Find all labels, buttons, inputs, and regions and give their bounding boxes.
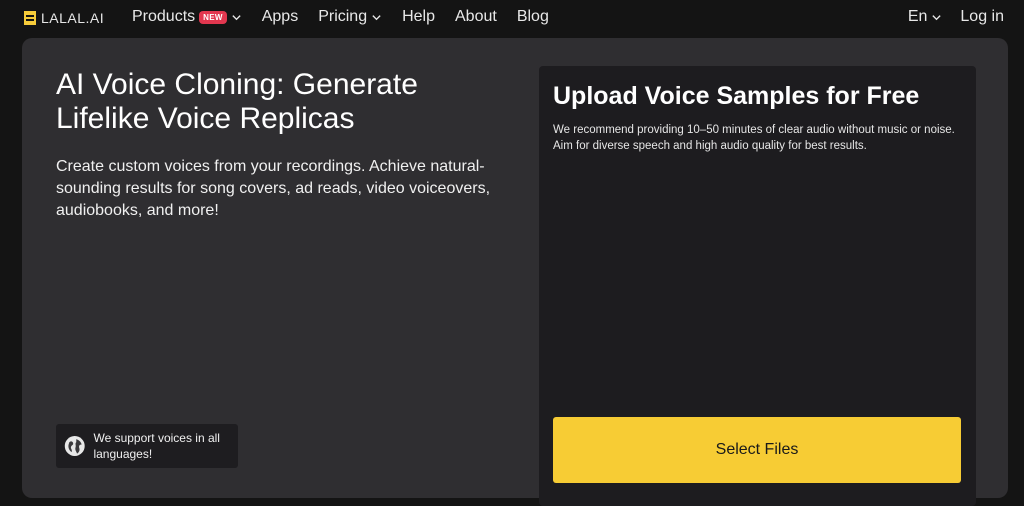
upload-card: Upload Voice Samples for Free We recomme… — [539, 66, 976, 506]
nav-products-label: Products — [132, 8, 196, 25]
upload-title: Upload Voice Samples for Free — [553, 82, 920, 110]
nav-right: En Log in — [908, 8, 1004, 26]
new-badge: NEW — [199, 10, 227, 24]
chevron-down-icon — [232, 14, 241, 20]
main-nav: Products NEW Apps Pricing Help About Blo… — [132, 8, 549, 26]
language-selector[interactable]: En — [908, 8, 943, 26]
nav-blog-label: Blog — [516, 8, 549, 25]
chevron-down-icon — [932, 14, 942, 20]
nav-item-about[interactable]: About — [455, 8, 497, 26]
nav-about-label: About — [455, 8, 497, 25]
languages-support-note: We support voices in all languages! — [56, 424, 238, 468]
nav-help-label: Help — [402, 8, 435, 25]
nav-item-apps[interactable]: Apps — [262, 8, 298, 26]
nav-pricing-label: Pricing — [318, 8, 368, 25]
login-label: Log in — [960, 8, 1004, 25]
hero-panel: AI Voice Cloning: Generate Lifelike Voic… — [22, 38, 1008, 506]
page-title: AI Voice Cloning: Generate Lifelike Voic… — [56, 68, 418, 135]
nav-item-products[interactable]: Products NEW — [132, 8, 242, 26]
login-link[interactable]: Log in — [960, 8, 1004, 26]
select-files-button[interactable]: Select Files — [553, 417, 961, 483]
nav-item-blog[interactable]: Blog — [517, 8, 549, 26]
nav-item-pricing[interactable]: Pricing — [318, 8, 382, 26]
languages-note-text: We support voices in all languages! — [93, 431, 220, 461]
nav-apps-label: Apps — [261, 8, 299, 25]
globe-icon — [64, 436, 85, 456]
chevron-down-icon — [372, 14, 381, 20]
logo-text: LALAL.AI — [41, 10, 105, 26]
nav-item-help[interactable]: Help — [402, 8, 435, 26]
logo-link[interactable]: LALAL.AI — [24, 10, 104, 26]
hero-description: Create custom voices from your recording… — [56, 158, 491, 219]
top-navigation-bar: LALAL.AI Products NEW Apps Pricing Help … — [0, 0, 1024, 36]
lalal-logo-icon — [24, 11, 36, 25]
language-label: En — [907, 8, 928, 25]
upload-description: We recommend providing 10–50 minutes of … — [553, 124, 955, 152]
